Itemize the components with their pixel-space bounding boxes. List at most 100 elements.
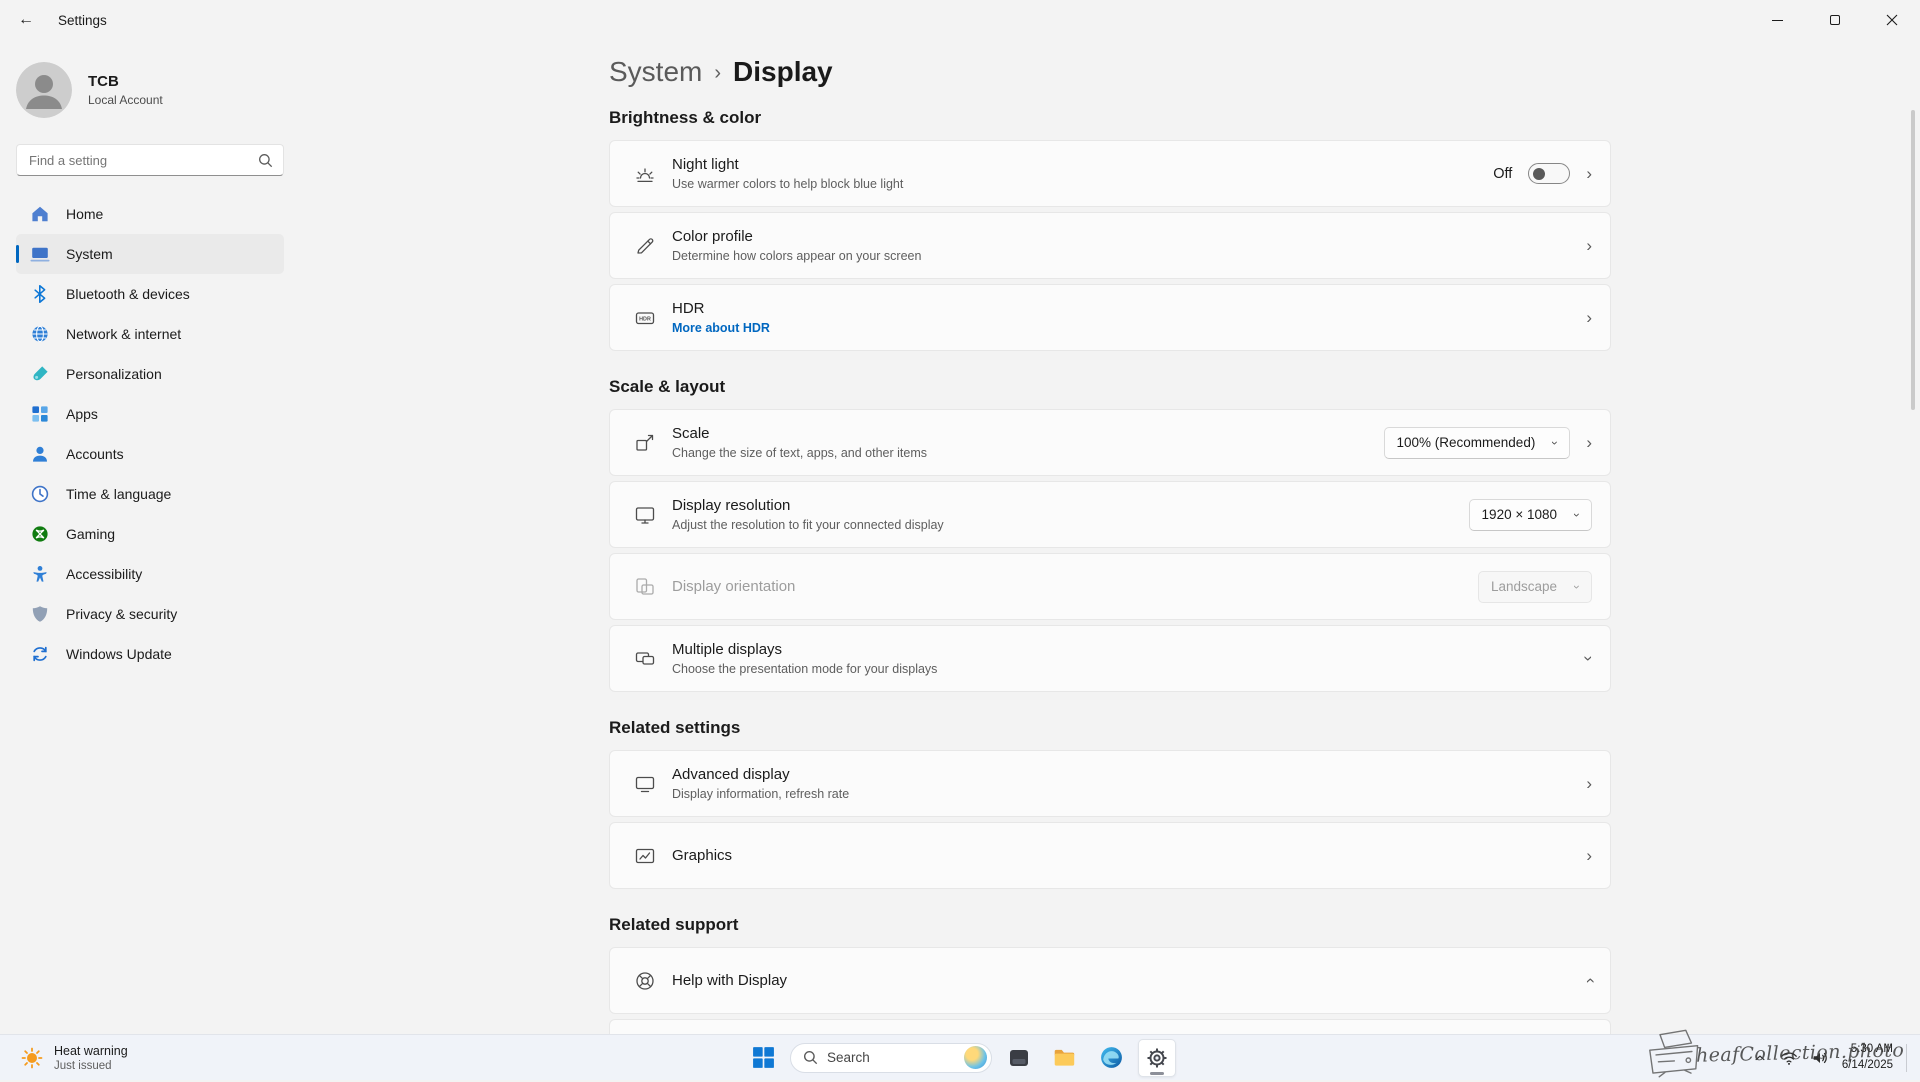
home-icon — [30, 204, 50, 224]
taskbar-clock[interactable]: 5:30 AM 6/14/2025 — [1842, 1042, 1893, 1073]
scale-value: 100% (Recommended) — [1397, 435, 1536, 450]
taskbar-search-label: Search — [827, 1050, 955, 1065]
search-icon — [258, 153, 273, 168]
section-related-support: Related support — [609, 915, 1611, 935]
maximize-button[interactable] — [1806, 0, 1863, 40]
printer-sketch-icon — [1636, 1026, 1709, 1082]
sidebar-item-privacy-security[interactable]: Privacy & security — [16, 594, 284, 634]
search-input[interactable] — [27, 152, 258, 169]
sidebar-item-home[interactable]: Home — [16, 194, 284, 234]
globe-icon — [30, 324, 50, 344]
search-icon — [803, 1050, 818, 1065]
sidebar-item-accessibility[interactable]: Accessibility — [16, 554, 284, 594]
minimize-button[interactable] — [1749, 0, 1806, 40]
sidebar-item-bluetooth-devices[interactable]: Bluetooth & devices — [16, 274, 284, 314]
sidebar-item-accounts[interactable]: Accounts — [16, 434, 284, 474]
windows-logo-icon — [751, 1045, 776, 1070]
resolution-dropdown[interactable]: 1920 × 1080 › — [1469, 499, 1592, 531]
alert-subtitle: Just issued — [54, 1060, 128, 1072]
setting-title: Help with Display — [672, 972, 787, 989]
apps-grid-icon — [30, 404, 50, 424]
minimize-icon — [1772, 20, 1783, 21]
paintbrush-icon — [30, 364, 50, 384]
graphics-icon — [634, 845, 656, 867]
back-button[interactable]: ← — [8, 5, 44, 35]
user-account-type: Local Account — [88, 93, 163, 107]
sidebar-item-label: Personalization — [66, 366, 162, 382]
orientation-value: Landscape — [1491, 579, 1557, 594]
color-profile-icon — [634, 235, 656, 257]
system-icon — [30, 244, 50, 264]
bluetooth-icon — [30, 284, 50, 304]
accounts-person-icon — [30, 444, 50, 464]
multiple-displays-icon — [634, 648, 656, 670]
breadcrumb: System › Display — [609, 40, 1611, 88]
sidebar-item-gaming[interactable]: Gaming — [16, 514, 284, 554]
setting-title: Display resolution — [672, 497, 944, 514]
display-resolution-row[interactable]: Display resolution Adjust the resolution… — [609, 481, 1611, 548]
orientation-icon — [634, 576, 656, 598]
advanced-display-row[interactable]: Advanced display Display information, re… — [609, 750, 1611, 817]
setting-title: Display orientation — [672, 578, 795, 595]
chevron-right-icon: › — [1586, 309, 1592, 326]
titlebar: ← Settings — [0, 0, 1920, 40]
sidebar-item-windows-update[interactable]: Windows Update — [16, 634, 284, 674]
help-with-display-row[interactable]: Help with Display › — [609, 947, 1611, 1014]
sidebar-item-apps[interactable]: Apps — [16, 394, 284, 434]
svg-text:HDR: HDR — [639, 316, 651, 322]
setting-subtitle: Determine how colors appear on your scre… — [672, 249, 921, 263]
setting-title: Scale — [672, 425, 927, 442]
maximize-icon — [1830, 15, 1840, 25]
clock-date: 6/14/2025 — [1842, 1058, 1893, 1074]
graphics-row[interactable]: Graphics › — [609, 822, 1611, 889]
xbox-icon — [30, 524, 50, 544]
night-light-row[interactable]: Night light Use warmer colors to help bl… — [609, 140, 1611, 207]
chevron-down-icon: › — [1581, 656, 1598, 662]
app-window-button[interactable] — [1000, 1039, 1038, 1077]
taskbar-search[interactable]: Search — [790, 1043, 992, 1073]
close-button[interactable] — [1863, 0, 1920, 40]
more-about-hdr-link[interactable]: More about HDR — [672, 321, 770, 335]
chevron-down-icon: › — [1571, 585, 1583, 589]
weather-alert-widget[interactable]: Heat warning Just issued — [12, 1035, 136, 1080]
show-desktop-button[interactable] — [1906, 1044, 1910, 1072]
sidebar-item-network-internet[interactable]: Network & internet — [16, 314, 284, 354]
edge-browser-button[interactable] — [1092, 1039, 1130, 1077]
clock-time: 5:30 AM — [1842, 1042, 1893, 1058]
night-light-toggle[interactable] — [1528, 163, 1570, 184]
scale-icon — [634, 432, 656, 454]
settings-search — [16, 144, 284, 176]
sidebar-item-system[interactable]: System — [16, 234, 284, 274]
scrollbar[interactable] — [1911, 110, 1915, 410]
main-content: System › Display Brightness & color Nigh… — [300, 40, 1920, 1034]
hidden-icons-chevron[interactable] — [1753, 1051, 1767, 1065]
folder-icon — [1052, 1045, 1078, 1071]
volume-icon[interactable] — [1811, 1049, 1829, 1067]
back-arrow-icon: ← — [18, 11, 34, 29]
taskbar-center: Search — [744, 1035, 1176, 1080]
sidebar-item-label: Bluetooth & devices — [66, 286, 190, 302]
file-explorer-button[interactable] — [1046, 1039, 1084, 1077]
sidebar-item-label: Home — [66, 206, 103, 222]
hdr-row[interactable]: HDR HDR More about HDR › — [609, 284, 1611, 351]
breadcrumb-system[interactable]: System — [609, 56, 702, 88]
multiple-displays-row[interactable]: Multiple displays Choose the presentatio… — [609, 625, 1611, 692]
color-profile-row[interactable]: Color profile Determine how colors appea… — [609, 212, 1611, 279]
avatar — [16, 62, 72, 118]
setting-subtitle: Use warmer colors to help block blue lig… — [672, 177, 903, 191]
night-light-icon — [634, 163, 656, 185]
heat-warning-icon — [20, 1046, 44, 1070]
settings-app-button[interactable] — [1138, 1039, 1176, 1077]
start-button[interactable] — [744, 1039, 782, 1077]
sidebar-item-label: Accessibility — [66, 566, 142, 582]
sidebar-item-time-language[interactable]: Time & language — [16, 474, 284, 514]
update-icon — [30, 644, 50, 664]
network-icon[interactable] — [1780, 1049, 1798, 1067]
chevron-right-icon: › — [1586, 165, 1592, 182]
scale-dropdown[interactable]: 100% (Recommended) › — [1384, 427, 1571, 459]
sidebar-item-personalization[interactable]: Personalization — [16, 354, 284, 394]
scale-row[interactable]: Scale Change the size of text, apps, and… — [609, 409, 1611, 476]
setting-title: Night light — [672, 156, 903, 173]
setting-title: Color profile — [672, 228, 921, 245]
app-window-icon — [1007, 1046, 1031, 1070]
